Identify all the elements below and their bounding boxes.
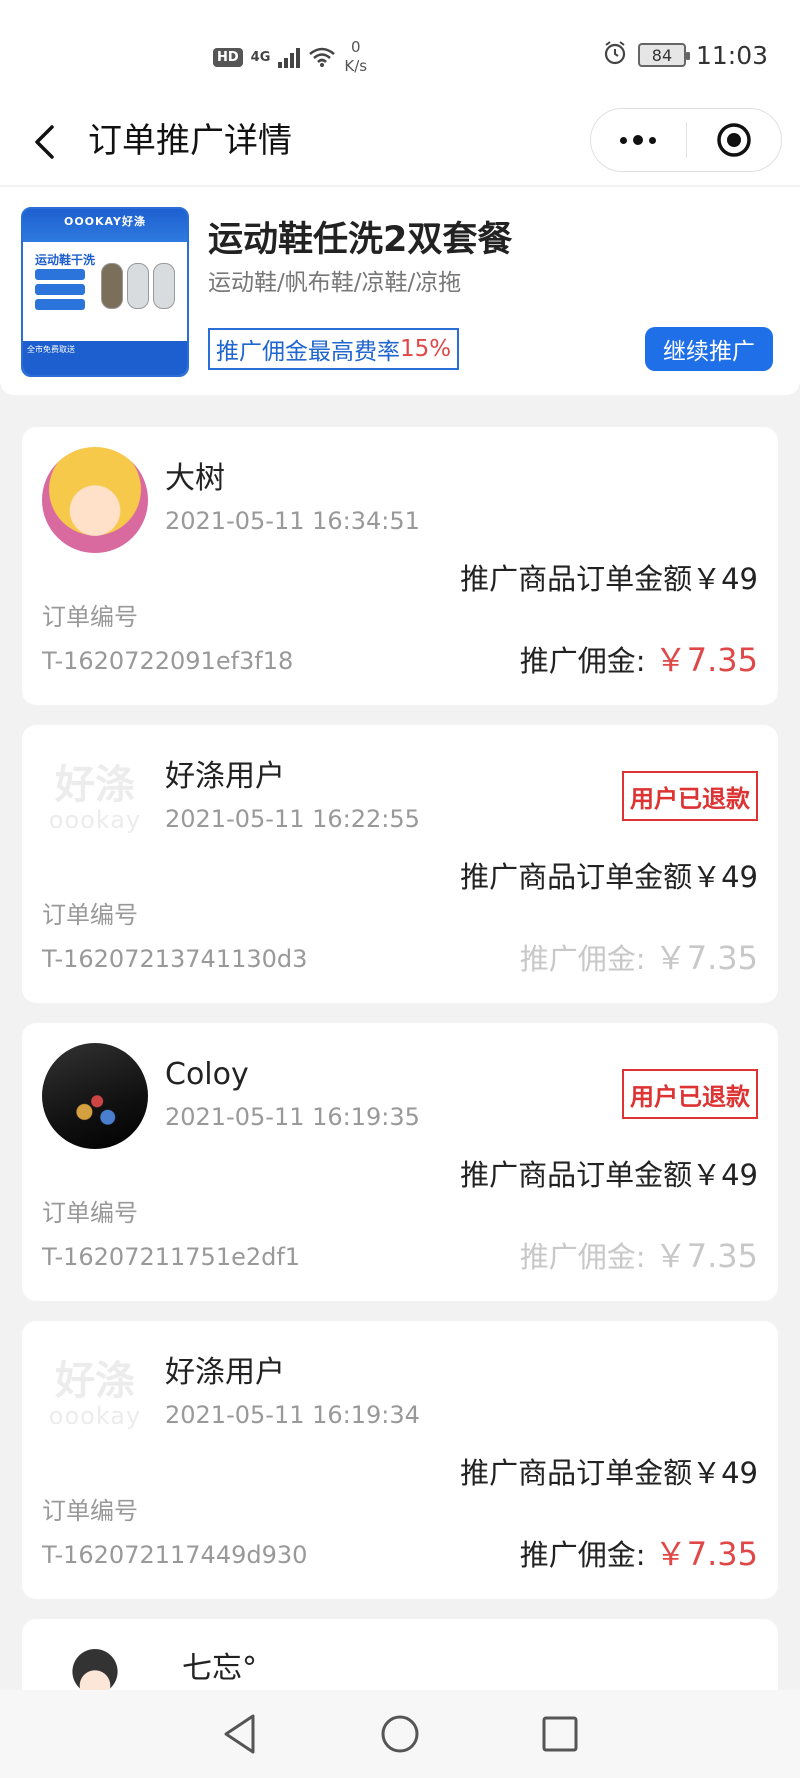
order-time: 2021-05-11 16:22:55 <box>165 805 420 833</box>
order-no: T-1620722091ef3f18 <box>42 647 294 675</box>
net-speed-unit: K/s <box>344 57 368 75</box>
product-card: OOOKAY好涤 运动鞋干洗 全市免费取送 运动鞋任洗2双套餐 运动鞋/帆布鞋/… <box>0 187 800 395</box>
order-no-label: 订单编号 <box>42 901 138 929</box>
nav-bar: 订单推广详情 <box>0 100 800 185</box>
order-no-label: 订单编号 <box>42 603 138 631</box>
square-recents-icon <box>542 1716 578 1752</box>
net-speed: 0 K/s <box>344 38 367 76</box>
order-amount: 推广商品订单金额￥49 <box>460 562 758 596</box>
order-no-label: 订单编号 <box>42 1199 138 1227</box>
avatar-watermark-en: oookay <box>48 1402 142 1430</box>
avatar-watermark-cn: 好涤 <box>55 762 135 808</box>
order-time: 2021-05-11 16:34:51 <box>165 507 420 535</box>
user-name: Coloy <box>165 1057 249 1092</box>
status-right: 84 11:03 <box>602 40 768 70</box>
refund-badge: 用户已退款 <box>622 771 758 821</box>
target-icon <box>717 123 751 157</box>
product-subtitle: 运动鞋/帆布鞋/凉鞋/凉拖 <box>208 270 462 296</box>
chevron-left-icon <box>35 125 54 159</box>
refund-badge: 用户已退款 <box>622 1069 758 1119</box>
recents-nav-button[interactable] <box>535 1709 585 1759</box>
back-button[interactable] <box>22 120 66 164</box>
triangle-back-icon <box>224 1714 255 1754</box>
user-name: 大树 <box>165 461 225 496</box>
network-type: 4G <box>250 49 271 65</box>
circle-home-icon <box>381 1715 419 1753</box>
commission-label: 推广佣金: <box>519 1240 646 1274</box>
order-card[interactable]: 大树 2021-05-11 16:34:51 推广商品订单金额￥49 订单编号 … <box>22 427 778 705</box>
continue-promote-button[interactable]: 继续推广 <box>645 327 773 371</box>
order-amount: 推广商品订单金额￥49 <box>460 860 758 894</box>
home-nav-button[interactable] <box>375 1709 425 1759</box>
shoe-image <box>101 263 175 309</box>
battery-icon: 84 <box>637 43 690 67</box>
user-name: 好涤用户 <box>165 1355 285 1390</box>
status-bar: HD 4G 0 K/s 84 11:03 <box>0 0 800 100</box>
rate-value: 15% <box>400 336 452 362</box>
alarm-icon <box>602 40 628 70</box>
hd-icon: HD <box>213 47 243 67</box>
wifi-icon <box>308 46 336 68</box>
miniprogram-capsule <box>590 108 782 172</box>
order-no: T-162072117449d930 <box>42 1541 308 1569</box>
status-left: HD 4G 0 K/s <box>213 38 367 76</box>
commission-label: 推广佣金: <box>519 644 646 678</box>
close-miniprogram-button[interactable] <box>687 109 782 171</box>
commission: 推广佣金: ￥7.35 <box>520 639 758 682</box>
order-amount: 推广商品订单金额￥49 <box>460 1158 758 1192</box>
product-image[interactable]: OOOKAY好涤 运动鞋干洗 全市免费取送 <box>21 207 189 377</box>
avatar <box>42 1043 148 1149</box>
avatar: 好涤 oookay <box>42 745 148 851</box>
avatar-watermark-en: oookay <box>48 806 142 834</box>
order-card[interactable]: 好涤 oookay 好涤用户 2021-05-11 16:19:34 推广商品订… <box>22 1321 778 1599</box>
product-name: 运动鞋任洗2双套餐 <box>208 220 513 260</box>
order-no: T-16207213741130d3 <box>42 945 308 973</box>
commission-value: ￥7.35 <box>654 1237 758 1275</box>
commission-value: ￥7.35 <box>654 1535 758 1573</box>
thumb-brand: OOOKAY好涤 <box>63 215 146 228</box>
commission-label: 推广佣金: <box>519 942 646 976</box>
order-no-label: 订单编号 <box>42 1497 138 1525</box>
commission-value: ￥7.35 <box>654 939 758 977</box>
commission-rate-tag: 推广佣金最高费率 15% <box>208 328 460 370</box>
avatar: 好涤 oookay <box>42 1341 148 1447</box>
order-card[interactable]: Coloy 2021-05-11 16:19:35 用户已退款 推广商品订单金额… <box>22 1023 778 1301</box>
commission-label: 推广佣金: <box>519 1538 646 1572</box>
thumb-tags <box>35 269 85 310</box>
order-no: T-16207211751e2df1 <box>42 1243 301 1271</box>
order-amount: 推广商品订单金额￥49 <box>460 1456 758 1490</box>
clock: 11:03 <box>695 40 768 70</box>
system-nav-bar <box>0 1690 800 1778</box>
user-name: 七忘° <box>182 1651 257 1686</box>
commission: 推广佣金: ￥7.35 <box>520 937 758 980</box>
net-speed-value: 0 <box>350 38 361 56</box>
order-card[interactable]: 好涤 oookay 好涤用户 2021-05-11 16:22:55 用户已退款… <box>22 725 778 1003</box>
avatar-watermark-cn: 好涤 <box>55 1358 135 1404</box>
order-time: 2021-05-11 16:19:35 <box>165 1103 420 1131</box>
thumb-footer: 全市免费取送 <box>23 341 187 375</box>
rate-label: 推广佣金最高费率 <box>216 339 400 365</box>
user-name: 好涤用户 <box>165 759 285 794</box>
order-time: 2021-05-11 16:19:34 <box>165 1401 420 1429</box>
page-title: 订单推广详情 <box>88 121 292 161</box>
commission: 推广佣金: ￥7.35 <box>520 1235 758 1278</box>
back-nav-button[interactable] <box>215 1709 265 1759</box>
commission: 推广佣金: ￥7.35 <box>520 1533 758 1576</box>
thumb-title: 运动鞋干洗 <box>35 253 96 267</box>
signal-icon <box>278 46 301 68</box>
more-button[interactable] <box>591 109 686 171</box>
avatar <box>42 447 148 553</box>
commission-value: ￥7.35 <box>654 641 758 679</box>
